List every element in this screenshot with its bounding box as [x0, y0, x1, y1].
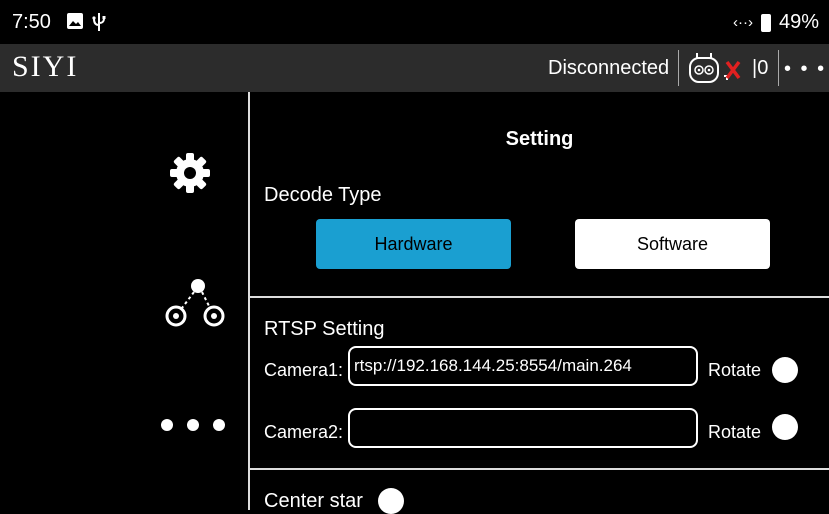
camera2-label: Camera2: — [264, 422, 344, 442]
signal-arrows-icon: ‹··› — [732, 14, 753, 31]
sidebar-item-network[interactable] — [155, 272, 230, 332]
status-bar: 7:50 ‹··› 49% — [0, 0, 829, 44]
title-bar: SIYI Disconnected |0 • • • — [0, 44, 829, 92]
network-nodes-icon — [165, 279, 224, 327]
camera1-url-input[interactable] — [348, 346, 698, 386]
camera2-url-input[interactable] — [348, 408, 698, 448]
divider — [250, 468, 829, 470]
decode-type-label: Decode Type — [264, 184, 382, 206]
camera1-rotate-toggle[interactable] — [772, 357, 798, 383]
camera1-label: Camera1: — [264, 360, 344, 380]
camera1-rotate-label: Rotate — [708, 360, 762, 380]
sidebar — [0, 92, 248, 510]
sidebar-item-settings[interactable] — [160, 148, 220, 198]
app-logo: SIYI — [12, 50, 79, 83]
connection-status: Disconnected — [548, 57, 670, 79]
gear-icon — [170, 153, 210, 193]
image-icon — [66, 12, 84, 35]
setting-panel: Setting Decode Type Hardware Software RT… — [250, 92, 829, 514]
rtsp-setting-label: RTSP Setting — [264, 318, 385, 340]
battery-icon — [760, 13, 771, 32]
page-title: Setting — [505, 128, 574, 150]
divider — [778, 50, 779, 86]
rc-count: |0 — [752, 57, 769, 79]
more-dots-icon — [160, 419, 225, 431]
hardware-button[interactable]: Hardware — [316, 219, 511, 269]
sidebar-item-more[interactable] — [155, 410, 230, 440]
remote-controller-icon[interactable] — [688, 52, 748, 91]
clock: 7:50 — [12, 11, 51, 33]
more-icon[interactable]: • • • — [784, 58, 826, 81]
center-star-toggle[interactable] — [378, 488, 404, 514]
battery-percent: 49% — [778, 11, 819, 33]
divider — [250, 296, 829, 298]
camera2-rotate-toggle[interactable] — [772, 414, 798, 440]
usb-icon — [92, 12, 106, 37]
camera2-rotate-label: Rotate — [708, 422, 762, 442]
divider — [678, 50, 679, 86]
software-button[interactable]: Software — [575, 219, 770, 269]
